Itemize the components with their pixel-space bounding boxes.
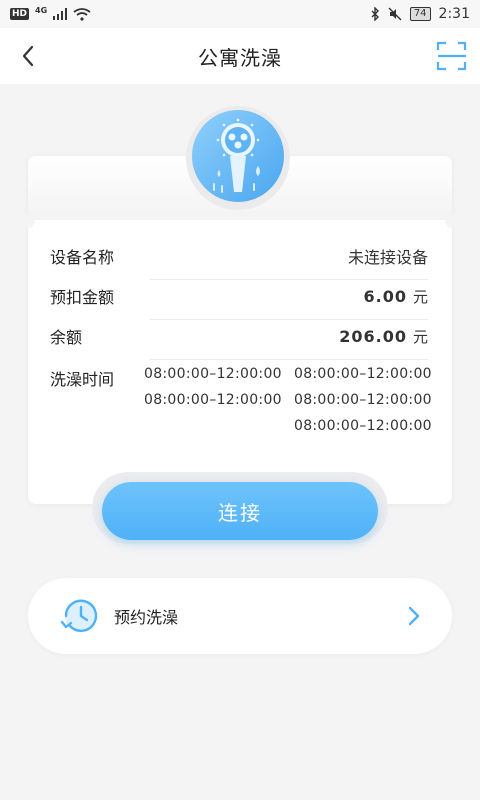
prepay-row: 预扣金额 6.00 元 xyxy=(50,284,428,320)
mute-icon xyxy=(388,7,402,21)
divider xyxy=(150,319,428,320)
status-bar: HD 4G 74 2:31 xyxy=(0,0,480,28)
status-right: 74 2:31 xyxy=(370,6,470,22)
page-title: 公寓洗澡 xyxy=(198,45,282,70)
balance-label: 余额 xyxy=(50,328,83,347)
card-notch-left xyxy=(21,214,35,228)
time-slot: 08:00:00–12:00:00 xyxy=(144,392,282,408)
time-slot: 08:00:00–12:00:00 xyxy=(294,418,432,434)
prepay-unit: 元 xyxy=(412,287,428,306)
scan-icon xyxy=(436,41,467,71)
shower-badge xyxy=(192,110,284,202)
time-slot: 08:00:00–12:00:00 xyxy=(144,366,282,382)
device-name-value: 未连接设备 xyxy=(347,248,428,267)
shower-time-slots: 08:00:00–12:00:00 08:00:00–12:00:00 08:0… xyxy=(144,365,434,435)
divider xyxy=(150,279,428,280)
prepay-value: 6.00 xyxy=(363,286,407,306)
balance-unit: 元 xyxy=(412,327,428,346)
chevron-right-icon xyxy=(408,606,420,626)
hd-badge: HD xyxy=(10,8,30,20)
card-notch-right xyxy=(445,214,459,228)
status-left: HD 4G xyxy=(10,5,91,21)
connect-button[interactable]: 连接 xyxy=(102,482,378,540)
time-slot: 08:00:00–12:00:00 xyxy=(294,392,432,408)
device-name-row: 设备名称 未连接设备 xyxy=(50,244,428,280)
reserve-shower-label: 预约洗澡 xyxy=(114,608,179,627)
reserve-shower-row[interactable]: 预约洗澡 xyxy=(28,578,452,654)
prepay-label: 预扣金额 xyxy=(50,288,115,307)
shower-head-icon xyxy=(213,118,260,193)
time-slot: 08:00:00–12:00:00 xyxy=(294,366,432,382)
header: 公寓洗澡 xyxy=(0,28,480,84)
shower-time-label: 洗澡时间 xyxy=(50,370,115,389)
wifi-icon xyxy=(73,7,91,21)
balance-row: 余额 206.00 元 xyxy=(50,324,428,360)
clock-time: 2:31 xyxy=(438,6,470,22)
battery-indicator: 74 xyxy=(409,7,431,21)
scan-button[interactable] xyxy=(436,40,468,72)
chevron-left-icon xyxy=(22,45,34,67)
back-button[interactable] xyxy=(10,38,46,74)
signal-icon xyxy=(53,8,68,20)
network-type: 4G xyxy=(35,5,48,15)
balance-value: 206.00 xyxy=(339,326,407,346)
bluetooth-icon xyxy=(371,7,379,21)
device-name-label: 设备名称 xyxy=(50,248,115,267)
clock-icon xyxy=(60,599,98,632)
divider xyxy=(150,359,428,360)
